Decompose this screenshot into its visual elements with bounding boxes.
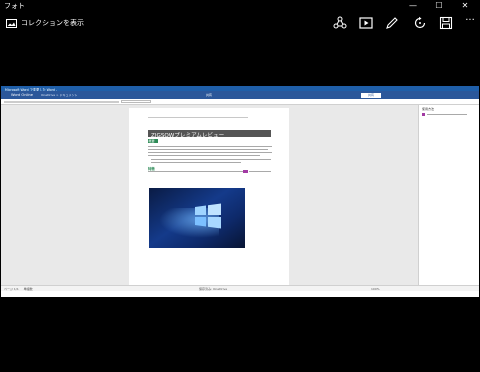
- task-pane-item-marker: [422, 113, 425, 116]
- office-doc-path: OneDrive > ドキュメント: [41, 93, 78, 97]
- share-icon[interactable]: [332, 15, 348, 31]
- doc-line: [148, 171, 243, 172]
- ribbon-search: [121, 100, 151, 103]
- window-title: フォト: [4, 2, 25, 10]
- doc-line: [148, 152, 272, 153]
- office-header: Word Online OneDrive > ドキュメント 共有 共有: [1, 91, 479, 108]
- doc-line: [151, 159, 271, 160]
- collection-icon: [6, 18, 17, 28]
- windows-logo-icon: [195, 203, 221, 229]
- doc-line: [148, 117, 248, 118]
- section-label-text: 概要: [148, 139, 155, 144]
- view-collection-button[interactable]: コレクションを表示: [6, 16, 84, 30]
- doc-line: [249, 171, 271, 172]
- slideshow-icon[interactable]: [358, 15, 374, 31]
- doc-line: [148, 149, 268, 150]
- edit-pencil-icon[interactable]: [384, 15, 400, 31]
- rotate-icon[interactable]: [412, 15, 428, 31]
- document-page: ZIGSOWプレミアムレビュー 概要 特徴: [129, 108, 289, 286]
- doc-heading: ZIGSOWプレミアムレビュー: [151, 132, 225, 139]
- close-button[interactable]: ✕: [455, 0, 475, 12]
- more-options-button[interactable]: ···: [462, 13, 478, 29]
- minimize-button[interactable]: —: [403, 0, 423, 12]
- save-icon[interactable]: [438, 15, 454, 31]
- task-pane: 使用方法: [418, 105, 479, 285]
- app-launcher-icon: [3, 93, 8, 108]
- comment-highlight: [243, 170, 248, 173]
- section-label-2: 特徴: [148, 166, 155, 171]
- bottom-strip: [1, 291, 479, 297]
- photo-view[interactable]: Microsoft Word で変更した Word - Word Online …: [1, 86, 479, 297]
- doc-line: [148, 155, 260, 156]
- maximize-button[interactable]: ☐: [429, 0, 449, 12]
- collection-label: コレクションを表示: [21, 19, 84, 27]
- windows-wallpaper-image: [149, 188, 245, 248]
- office-app-name: Word Online: [11, 92, 33, 97]
- task-pane-title: 使用方法: [422, 107, 435, 111]
- share-button: 共有: [361, 92, 381, 98]
- office-center-text: 共有: [206, 93, 213, 97]
- task-pane-item: [427, 114, 467, 115]
- doc-line: [148, 146, 272, 147]
- ribbon-tabs: [4, 100, 119, 103]
- doc-line: [151, 162, 241, 163]
